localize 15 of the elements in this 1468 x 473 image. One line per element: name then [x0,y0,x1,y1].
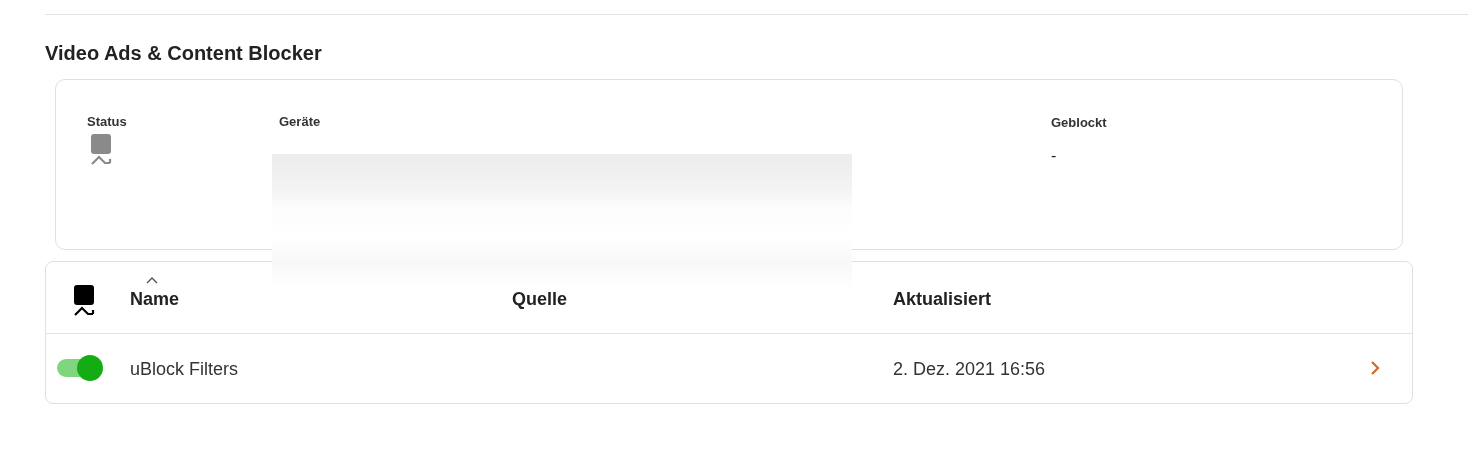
field-label: Status [87,114,127,130]
column-icon [73,285,95,317]
table-cell-text: 2. Dez. 2021 16:56 [893,358,1046,381]
sort-caret-icon[interactable] [146,277,158,284]
field-value: - [1051,146,1058,166]
status-icon [90,134,112,166]
toggle-switch[interactable] [57,355,103,381]
section-title: Video Ads & Content Blocker [45,41,323,66]
column-header[interactable]: Aktualisiert [893,289,992,309]
table-cell-text: uBlock Filters [130,358,239,381]
column-header[interactable]: Quelle [512,289,568,309]
column-header[interactable]: Name [130,289,180,309]
field-label: Geblockt [1051,115,1107,131]
chevron-right-icon[interactable] [1370,360,1380,376]
field-label: Geräte [279,114,321,130]
